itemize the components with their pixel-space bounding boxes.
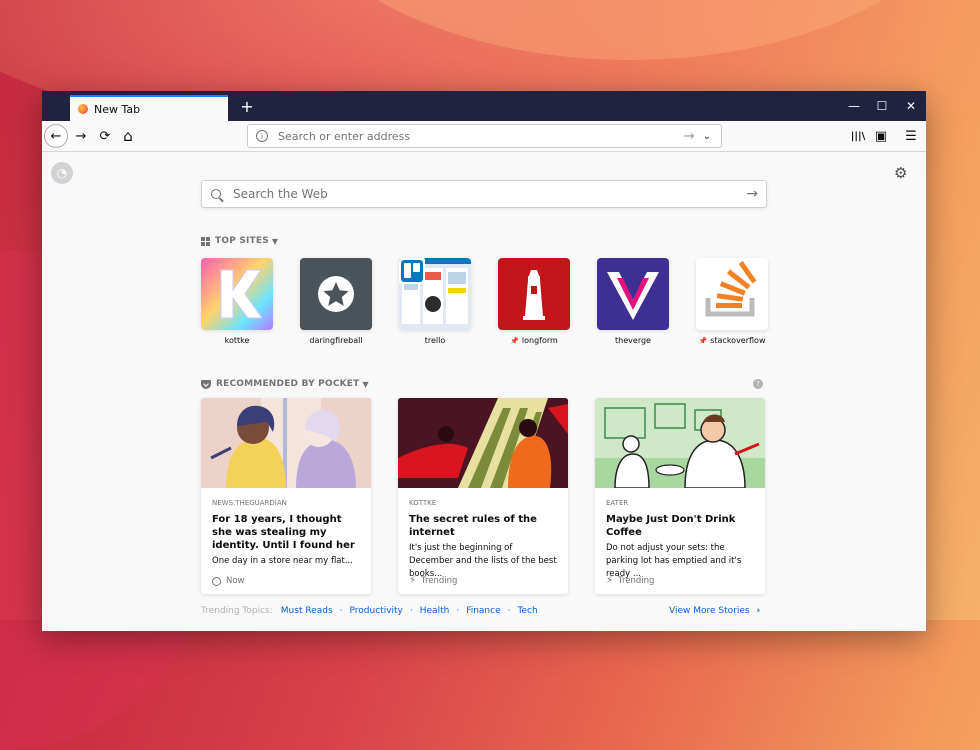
story-source: KOTTKE [409,499,437,507]
pocket-icon [201,379,211,389]
kottke-k-icon [220,269,263,319]
browser-window: New Tab + — ☐ ✕ ← → ⟳ ⌂ i Search or ente… [42,91,926,631]
story-title[interactable]: Maybe Just Don't Drink Coffee [606,513,754,539]
grid-icon [201,236,210,246]
top-site-trello[interactable]: trello [399,258,471,345]
lightning-icon: ⚡ [606,575,614,586]
trending-topics: Trending Topics: Must Reads · Productivi… [201,606,538,616]
story-image [595,398,765,488]
verge-logo-icon [607,272,659,320]
home-button[interactable]: ⌂ [117,125,139,147]
topic-link-health[interactable]: Health [420,606,450,616]
theverge-tile [597,258,669,330]
library-button[interactable]: |||\ [847,125,869,147]
stackoverflow-tile [696,258,768,330]
chevron-right-icon: › [756,606,761,616]
view-more-stories-link[interactable]: View More Stories › [669,606,760,616]
site-label: 📌 stackoverflow [698,336,766,345]
trello-screenshot-icon [399,258,471,330]
story-card[interactable]: EATER Maybe Just Don't Drink Coffee Do n… [595,398,765,594]
search-icon [211,189,221,199]
tab-title: New Tab [94,102,141,116]
help-icon[interactable]: ? [753,379,763,389]
view-more-label: View More Stories [669,606,750,616]
site-label: theverge [615,336,651,345]
daringfireball-tile [300,258,372,330]
pocket-title: RECOMMENDED BY POCKET [216,379,360,389]
reload-button[interactable]: ⟳ [94,125,116,147]
top-sites-title: TOP SITES [215,236,269,246]
go-arrow-icon[interactable]: → [684,129,695,144]
lighthouse-icon [523,270,545,320]
site-label: 📌 longform [510,336,558,345]
story-image [398,398,568,488]
topic-link-tech[interactable]: Tech [518,606,538,616]
trello-tile [399,258,471,330]
firefox-icon [78,104,88,114]
search-input[interactable]: Search the Web [233,187,746,201]
longform-tile [498,258,570,330]
top-sites-heading[interactable]: TOP SITES ▼ [201,236,278,246]
story-card[interactable]: NEWS.THEGUARDIAN For 18 years, I thought… [201,398,371,594]
top-site-stackoverflow[interactable]: 📌 stackoverflow [696,258,768,345]
forward-button[interactable]: → [70,125,92,147]
topic-link-must-reads[interactable]: Must Reads [281,606,333,616]
sidebar-button[interactable]: ▣ [870,125,892,147]
clock-icon [212,576,221,586]
top-site-kottke[interactable]: kottke [201,258,273,345]
top-site-daringfireball[interactable]: daringfireball [300,258,372,345]
search-go-icon[interactable]: → [746,186,758,202]
pin-icon: 📌 [510,337,519,345]
title-bar: New Tab + — ☐ ✕ [42,91,926,121]
navigation-toolbar: ← → ⟳ ⌂ i Search or enter address → ⌄ ||… [42,121,926,152]
pocket-heading[interactable]: RECOMMENDED BY POCKET ▼ [201,379,369,389]
menu-button[interactable]: ☰ [900,125,922,147]
topic-link-finance[interactable]: Finance [466,606,500,616]
lightning-icon: ⚡ [409,575,417,586]
story-context: Now [212,576,245,586]
story-source: EATER [606,499,629,507]
info-icon[interactable]: i [256,130,268,142]
site-label: kottke [224,336,250,345]
back-button[interactable]: ← [44,124,68,148]
story-source: NEWS.THEGUARDIAN [212,499,287,507]
new-tab-page: ◔ ⚙ Search the Web → TOP SITES ▼ kottke [42,152,926,631]
gear-icon[interactable]: ⚙ [894,164,907,182]
site-label: daringfireball [309,336,363,345]
top-site-longform[interactable]: 📌 longform [498,258,570,345]
topic-link-productivity[interactable]: Productivity [350,606,403,616]
kottke-tile [201,258,273,330]
tab-new-tab[interactable]: New Tab [70,95,228,121]
pin-icon: 📌 [698,337,708,345]
story-image [201,398,371,488]
illustration-two-women-icon [201,398,371,488]
illustration-internet-icon [398,398,568,488]
illustration-coffee-icon [595,398,765,488]
story-title[interactable]: For 18 years, I thought she was stealing… [212,513,360,552]
address-input[interactable]: Search or enter address [278,130,684,143]
chevron-down-icon[interactable]: ⌄ [703,131,711,142]
address-bar[interactable]: i Search or enter address → ⌄ [247,124,722,148]
stackoverflow-logo-icon [705,261,757,317]
maximize-button[interactable]: ☐ [867,91,897,121]
web-search-box[interactable]: Search the Web → [201,180,767,208]
site-label: trello [424,336,446,345]
story-card[interactable]: KOTTKE The secret rules of the internet … [398,398,568,594]
top-site-theverge[interactable]: theverge [597,258,669,345]
firefox-logo-icon: ◔ [51,162,73,184]
story-context: ⚡ Trending [409,575,458,586]
chevron-down-icon: ▼ [362,379,369,389]
close-button[interactable]: ✕ [896,91,926,121]
story-context: ⚡ Trending [606,575,655,586]
trending-label: Trending Topics: [201,606,273,616]
chevron-down-icon: ▼ [271,236,279,246]
story-description: One day in a store near my flat... [212,556,353,566]
new-tab-button[interactable]: + [236,95,258,117]
story-title[interactable]: The secret rules of the internet [409,513,557,539]
star-icon [318,276,354,312]
minimize-button[interactable]: — [839,91,869,121]
